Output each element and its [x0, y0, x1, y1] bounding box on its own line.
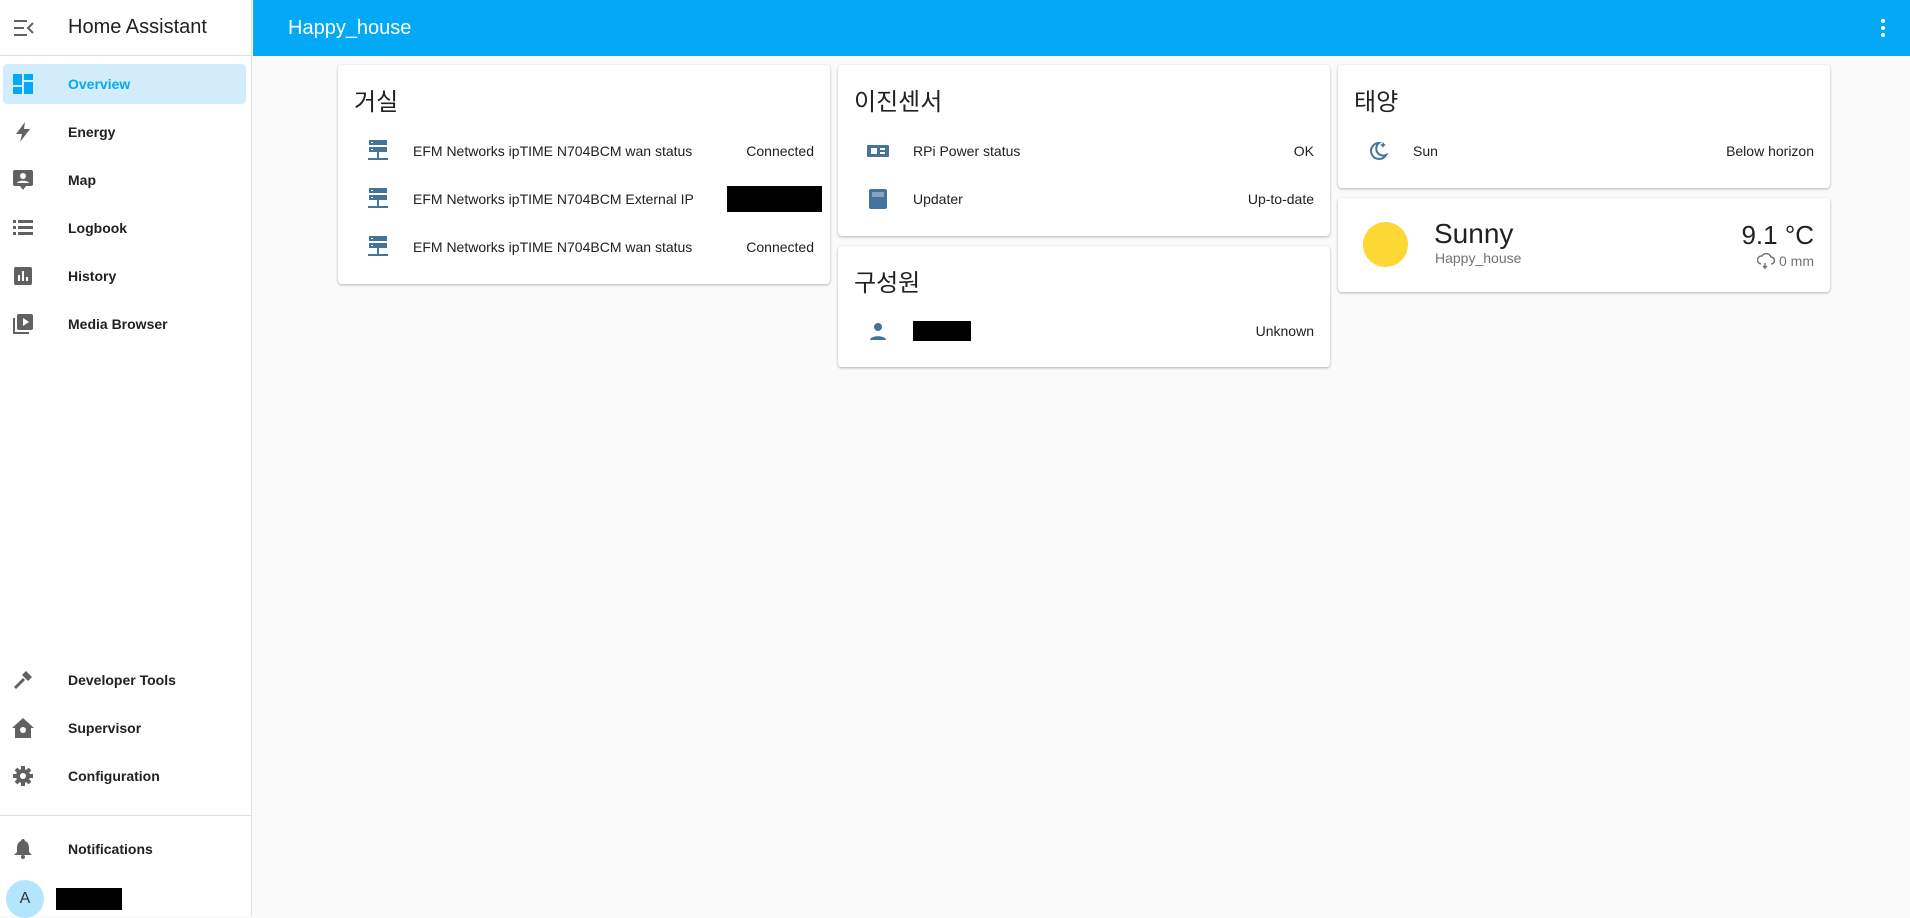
sidebar-header: Home Assistant: [0, 0, 251, 56]
sidebar-item-supervisor[interactable]: Supervisor: [3, 708, 246, 748]
card-title: 태양: [1354, 89, 1399, 116]
weather-condition: Sunny: [1434, 218, 1514, 249]
sidebar-item-history[interactable]: History: [3, 256, 246, 296]
sidebar-item-overview[interactable]: Overview: [3, 64, 246, 104]
app-title: Home Assistant: [68, 16, 207, 38]
sidebar-item-label: Energy: [68, 124, 116, 140]
card-members: 구성원 Unknown: [838, 246, 1330, 367]
entity-name: Sun: [1413, 143, 1438, 159]
weather-rain-icon: [1757, 253, 1775, 269]
map-account-icon: [3, 170, 43, 190]
sidebar-item-label: Logbook: [68, 220, 128, 236]
card-title: 구성원: [854, 270, 921, 297]
weather-precipitation-value: 0 mm: [1779, 253, 1814, 269]
sidebar-item-label: Configuration: [68, 768, 160, 784]
page-title: Happy_house: [288, 16, 412, 39]
entity-state: Connected: [746, 239, 814, 255]
entity-state: Connected: [746, 143, 814, 159]
entity-state: Unknown: [1255, 323, 1314, 339]
package-icon: [858, 189, 898, 209]
entity-row[interactable]: RPi Power status OK: [838, 131, 1330, 171]
entity-name: EFM Networks ipTIME N704BCM External IP: [413, 191, 694, 207]
sidebar-item-label: Notifications: [68, 841, 153, 857]
entity-state: OK: [1293, 143, 1314, 159]
redacted-ip-value: [727, 186, 822, 212]
card-living-room: 거실 EFM Networks ipTIME N704BCM wan statu…: [338, 65, 830, 284]
entity-row[interactable]: EFM Networks ipTIME N704BCM wan status C…: [338, 131, 830, 171]
avatar: A: [6, 880, 44, 918]
sidebar-divider: [0, 815, 252, 816]
weather-precipitation: 0 mm: [1757, 253, 1814, 269]
person-icon: [858, 322, 898, 340]
entity-state: Up-to-date: [1247, 191, 1314, 207]
card-sun: 태양 Sun Below horizon: [1338, 65, 1830, 188]
redacted-username: [56, 888, 122, 910]
server-network-icon: [358, 236, 398, 258]
entity-name: EFM Networks ipTIME N704BCM wan status: [413, 143, 693, 159]
card-title: 이진센서: [854, 89, 943, 116]
redacted-person-name: [913, 321, 971, 341]
sidebar-item-label: Map: [68, 172, 96, 188]
hammer-icon: [3, 670, 43, 690]
server-network-icon: [358, 188, 398, 210]
sidebar-item-developer-tools[interactable]: Developer Tools: [3, 660, 246, 700]
moon-stars-icon: [1358, 140, 1398, 162]
gear-icon: [3, 766, 43, 786]
card-weather[interactable]: Sunny Happy_house 9.1 °C 0 mm: [1338, 198, 1830, 292]
card-title: 거실: [354, 89, 399, 116]
user-profile[interactable]: A: [6, 880, 122, 918]
entity-row[interactable]: EFM Networks ipTIME N704BCM External IP: [338, 179, 830, 219]
weather-location: Happy_house: [1435, 250, 1522, 266]
sidebar-item-label: History: [68, 268, 117, 284]
entity-row[interactable]: Sun Below horizon: [1338, 131, 1830, 171]
sidebar-item-label: Developer Tools: [68, 672, 176, 688]
dashboard-icon: [3, 74, 43, 94]
sidebar-item-energy[interactable]: Energy: [3, 112, 246, 152]
sidebar: Home Assistant Overview Energy Map Logbo…: [0, 0, 252, 918]
sidebar-item-label: Overview: [68, 76, 131, 92]
entity-row[interactable]: EFM Networks ipTIME N704BCM wan status C…: [338, 227, 830, 267]
logbook-list-icon: [3, 220, 43, 236]
entity-name: [913, 321, 1256, 341]
bell-icon: [3, 839, 43, 859]
entity-row[interactable]: Updater Up-to-date: [838, 179, 1330, 219]
supervisor-home-icon: [3, 718, 43, 738]
entity-name: EFM Networks ipTIME N704BCM wan status: [413, 239, 693, 255]
entity-name: RPi Power status: [913, 143, 1021, 159]
menu-collapse-icon[interactable]: [0, 0, 48, 56]
media-play-box-icon: [3, 314, 43, 334]
sun-icon: [1363, 222, 1408, 267]
lightning-bolt-icon: [3, 122, 43, 142]
more-vert-icon[interactable]: [1880, 18, 1886, 43]
sidebar-item-notifications[interactable]: Notifications: [3, 829, 246, 869]
sidebar-item-label: Media Browser: [68, 316, 168, 332]
sidebar-item-map[interactable]: Map: [3, 160, 246, 200]
weather-temperature: 9.1 °C: [1741, 220, 1814, 250]
entity-row[interactable]: Unknown: [838, 311, 1330, 351]
entity-state: Below horizon: [1726, 143, 1814, 159]
card-binary-sensors: 이진센서 RPi Power status OK Updater Up-to-d…: [838, 65, 1330, 236]
sidebar-item-media-browser[interactable]: Media Browser: [3, 304, 246, 344]
top-bar: Happy_house: [253, 0, 1910, 56]
raspberry-pi-icon: [858, 143, 898, 159]
sidebar-item-logbook[interactable]: Logbook: [3, 208, 246, 248]
entity-name: Updater: [913, 191, 963, 207]
sidebar-item-label: Supervisor: [68, 720, 142, 736]
chart-box-icon: [3, 267, 43, 285]
server-network-icon: [358, 140, 398, 162]
sidebar-item-configuration[interactable]: Configuration: [3, 756, 246, 796]
